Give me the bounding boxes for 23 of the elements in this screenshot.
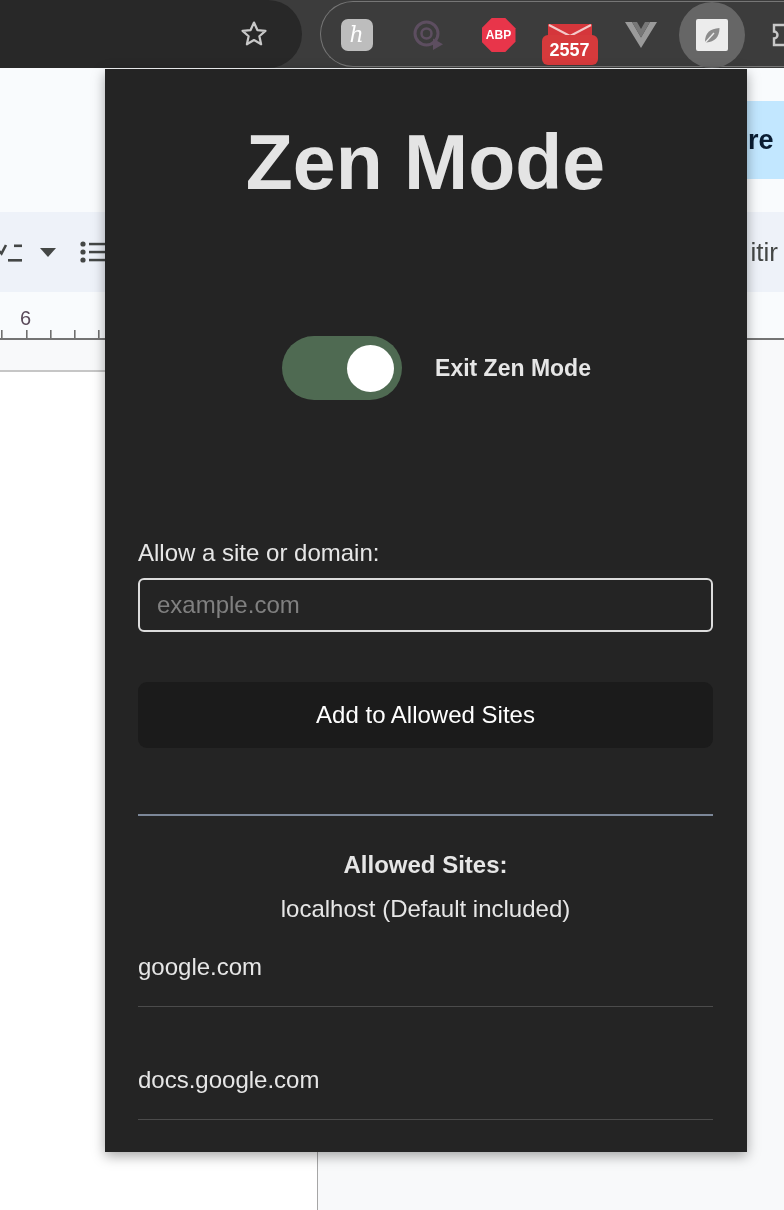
- add-button[interactable]: Add to Allowed Sites: [138, 682, 713, 748]
- share-button[interactable]: re: [747, 101, 784, 179]
- site-item: google.com: [138, 953, 713, 1007]
- field-label: Allow a site or domain:: [138, 539, 381, 567]
- v-shape-icon: [624, 22, 657, 48]
- default-site: localhost (Default included): [279, 895, 572, 923]
- site-input[interactable]: example.com: [138, 578, 713, 633]
- bullet-list-icon[interactable]: [80, 241, 105, 263]
- leaf-icon: [695, 19, 728, 51]
- star-icon[interactable]: [240, 20, 268, 48]
- popup-title: Zen Mode: [244, 118, 607, 207]
- disc-play-icon: [412, 20, 443, 50]
- extension-button[interactable]: [770, 21, 784, 49]
- count-badge: 2557: [541, 35, 598, 65]
- ruler-number: 6: [20, 306, 32, 330]
- extension-button[interactable]: ABP: [481, 18, 516, 52]
- site-item: docs.google.com: [138, 1007, 713, 1120]
- extension-button[interactable]: 2557: [541, 24, 598, 65]
- toolbar-label[interactable]: itir: [750, 236, 784, 268]
- puzzle-icon: [770, 21, 784, 49]
- toggle-label: Exit Zen Mode: [435, 354, 591, 382]
- caret-icon[interactable]: [40, 247, 56, 257]
- section-heading: Allowed Sites:: [342, 851, 509, 879]
